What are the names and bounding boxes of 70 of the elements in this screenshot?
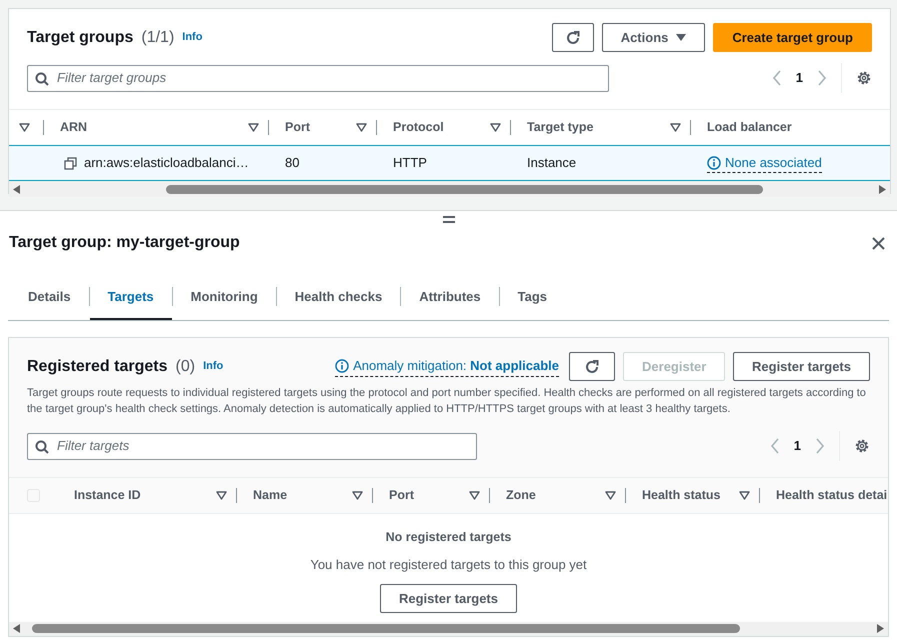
refresh-icon: [564, 30, 581, 46]
info-icon: [707, 156, 721, 170]
register-targets-button[interactable]: Register targets: [380, 584, 517, 614]
sort-icon[interactable]: [356, 123, 367, 132]
settings-icon[interactable]: [854, 438, 870, 454]
horizontal-scrollbar[interactable]: [9, 622, 888, 636]
table-cell-text: HTTP: [393, 154, 427, 172]
tab[interactable]: Health checks: [276, 273, 400, 320]
scroll-left-icon[interactable]: [13, 624, 20, 634]
refresh-button[interactable]: [552, 23, 594, 52]
load-balancer-link[interactable]: None associated: [707, 152, 822, 174]
anomaly-mitigation-link[interactable]: Anomaly mitigation: Not applicable: [335, 356, 560, 377]
column-header[interactable]: Instance ID: [74, 486, 141, 505]
info-icon: [335, 359, 350, 373]
settings-icon[interactable]: [856, 70, 872, 86]
actions-button[interactable]: Actions: [602, 23, 706, 52]
info-link[interactable]: Info: [182, 29, 202, 46]
tab[interactable]: Monitoring: [172, 273, 276, 320]
column-header[interactable]: Port: [285, 118, 310, 137]
item-count: (0): [176, 356, 196, 376]
refresh-button[interactable]: [569, 352, 616, 381]
panel-title: Registered targets: [27, 356, 168, 376]
scroll-right-icon[interactable]: [877, 624, 884, 634]
scroll-right-icon[interactable]: [879, 184, 886, 194]
column-header[interactable]: Health status: [642, 486, 720, 505]
table-cell-text: Instance: [527, 154, 576, 172]
page-number[interactable]: 1: [794, 436, 801, 456]
resize-handle-icon[interactable]: [443, 216, 455, 224]
create-target-group-button[interactable]: Create target group: [713, 23, 872, 52]
column-header[interactable]: Health status detai: [776, 486, 888, 505]
sort-icon[interactable]: [605, 491, 616, 500]
column-header[interactable]: Load balancer: [707, 118, 792, 137]
tab[interactable]: Targets: [90, 273, 172, 320]
sort-icon[interactable]: [19, 123, 30, 132]
column-header[interactable]: Name: [253, 486, 288, 505]
sort-icon[interactable]: [490, 123, 501, 132]
caret-icon: [676, 34, 686, 42]
empty-title: No registered targets: [386, 529, 512, 546]
page-number[interactable]: 1: [796, 68, 803, 88]
description-text: Target groups route requests to individual registered targets using the protocol and port number specified. Health checks are performed on all registered targets according to the target group's health check settings. Anomaly detection is automatically applied to HTTP/HTTPS target groups with at least 3 healthy targets.: [26, 386, 867, 417]
tab[interactable]: Attributes: [401, 273, 499, 320]
column-header[interactable]: ARN: [60, 118, 88, 137]
column-header[interactable]: Zone: [506, 486, 536, 505]
empty-message: You have not registered targets to this group yet: [310, 556, 587, 574]
filter-field[interactable]: Filter targets: [27, 432, 477, 460]
sort-icon[interactable]: [248, 123, 259, 132]
action-button[interactable]: Register targets: [733, 352, 870, 381]
column-header[interactable]: Protocol: [393, 118, 444, 137]
sort-icon[interactable]: [216, 491, 227, 500]
refresh-icon: [584, 358, 600, 374]
table-row[interactable]: arn:aws:elasticloadbalanci… 80 HTTP Instance None associated: [9, 145, 890, 181]
detail-title: Target group: my-target-group: [9, 233, 240, 253]
sort-icon[interactable]: [670, 123, 681, 132]
arn-text: arn:aws:elasticloadbalanci…: [84, 154, 249, 172]
filter-field[interactable]: Filter target groups: [27, 64, 609, 92]
horizontal-scrollbar[interactable]: [9, 181, 890, 197]
tab[interactable]: Details: [8, 273, 89, 320]
table-cell-text: 80: [285, 154, 300, 172]
sort-icon[interactable]: [352, 491, 363, 500]
scroll-left-icon[interactable]: [13, 184, 20, 194]
sort-icon[interactable]: [739, 491, 750, 500]
panel-title: Target groups: [27, 28, 134, 48]
column-header[interactable]: Port: [389, 486, 414, 505]
column-header[interactable]: Target type: [527, 118, 594, 137]
info-link[interactable]: Info: [203, 358, 224, 375]
item-count: (1/1): [141, 28, 174, 48]
copy-icon[interactable]: [64, 156, 77, 170]
tab[interactable]: Tags: [500, 273, 566, 320]
close-icon[interactable]: [872, 236, 885, 250]
sort-icon[interactable]: [469, 491, 480, 500]
